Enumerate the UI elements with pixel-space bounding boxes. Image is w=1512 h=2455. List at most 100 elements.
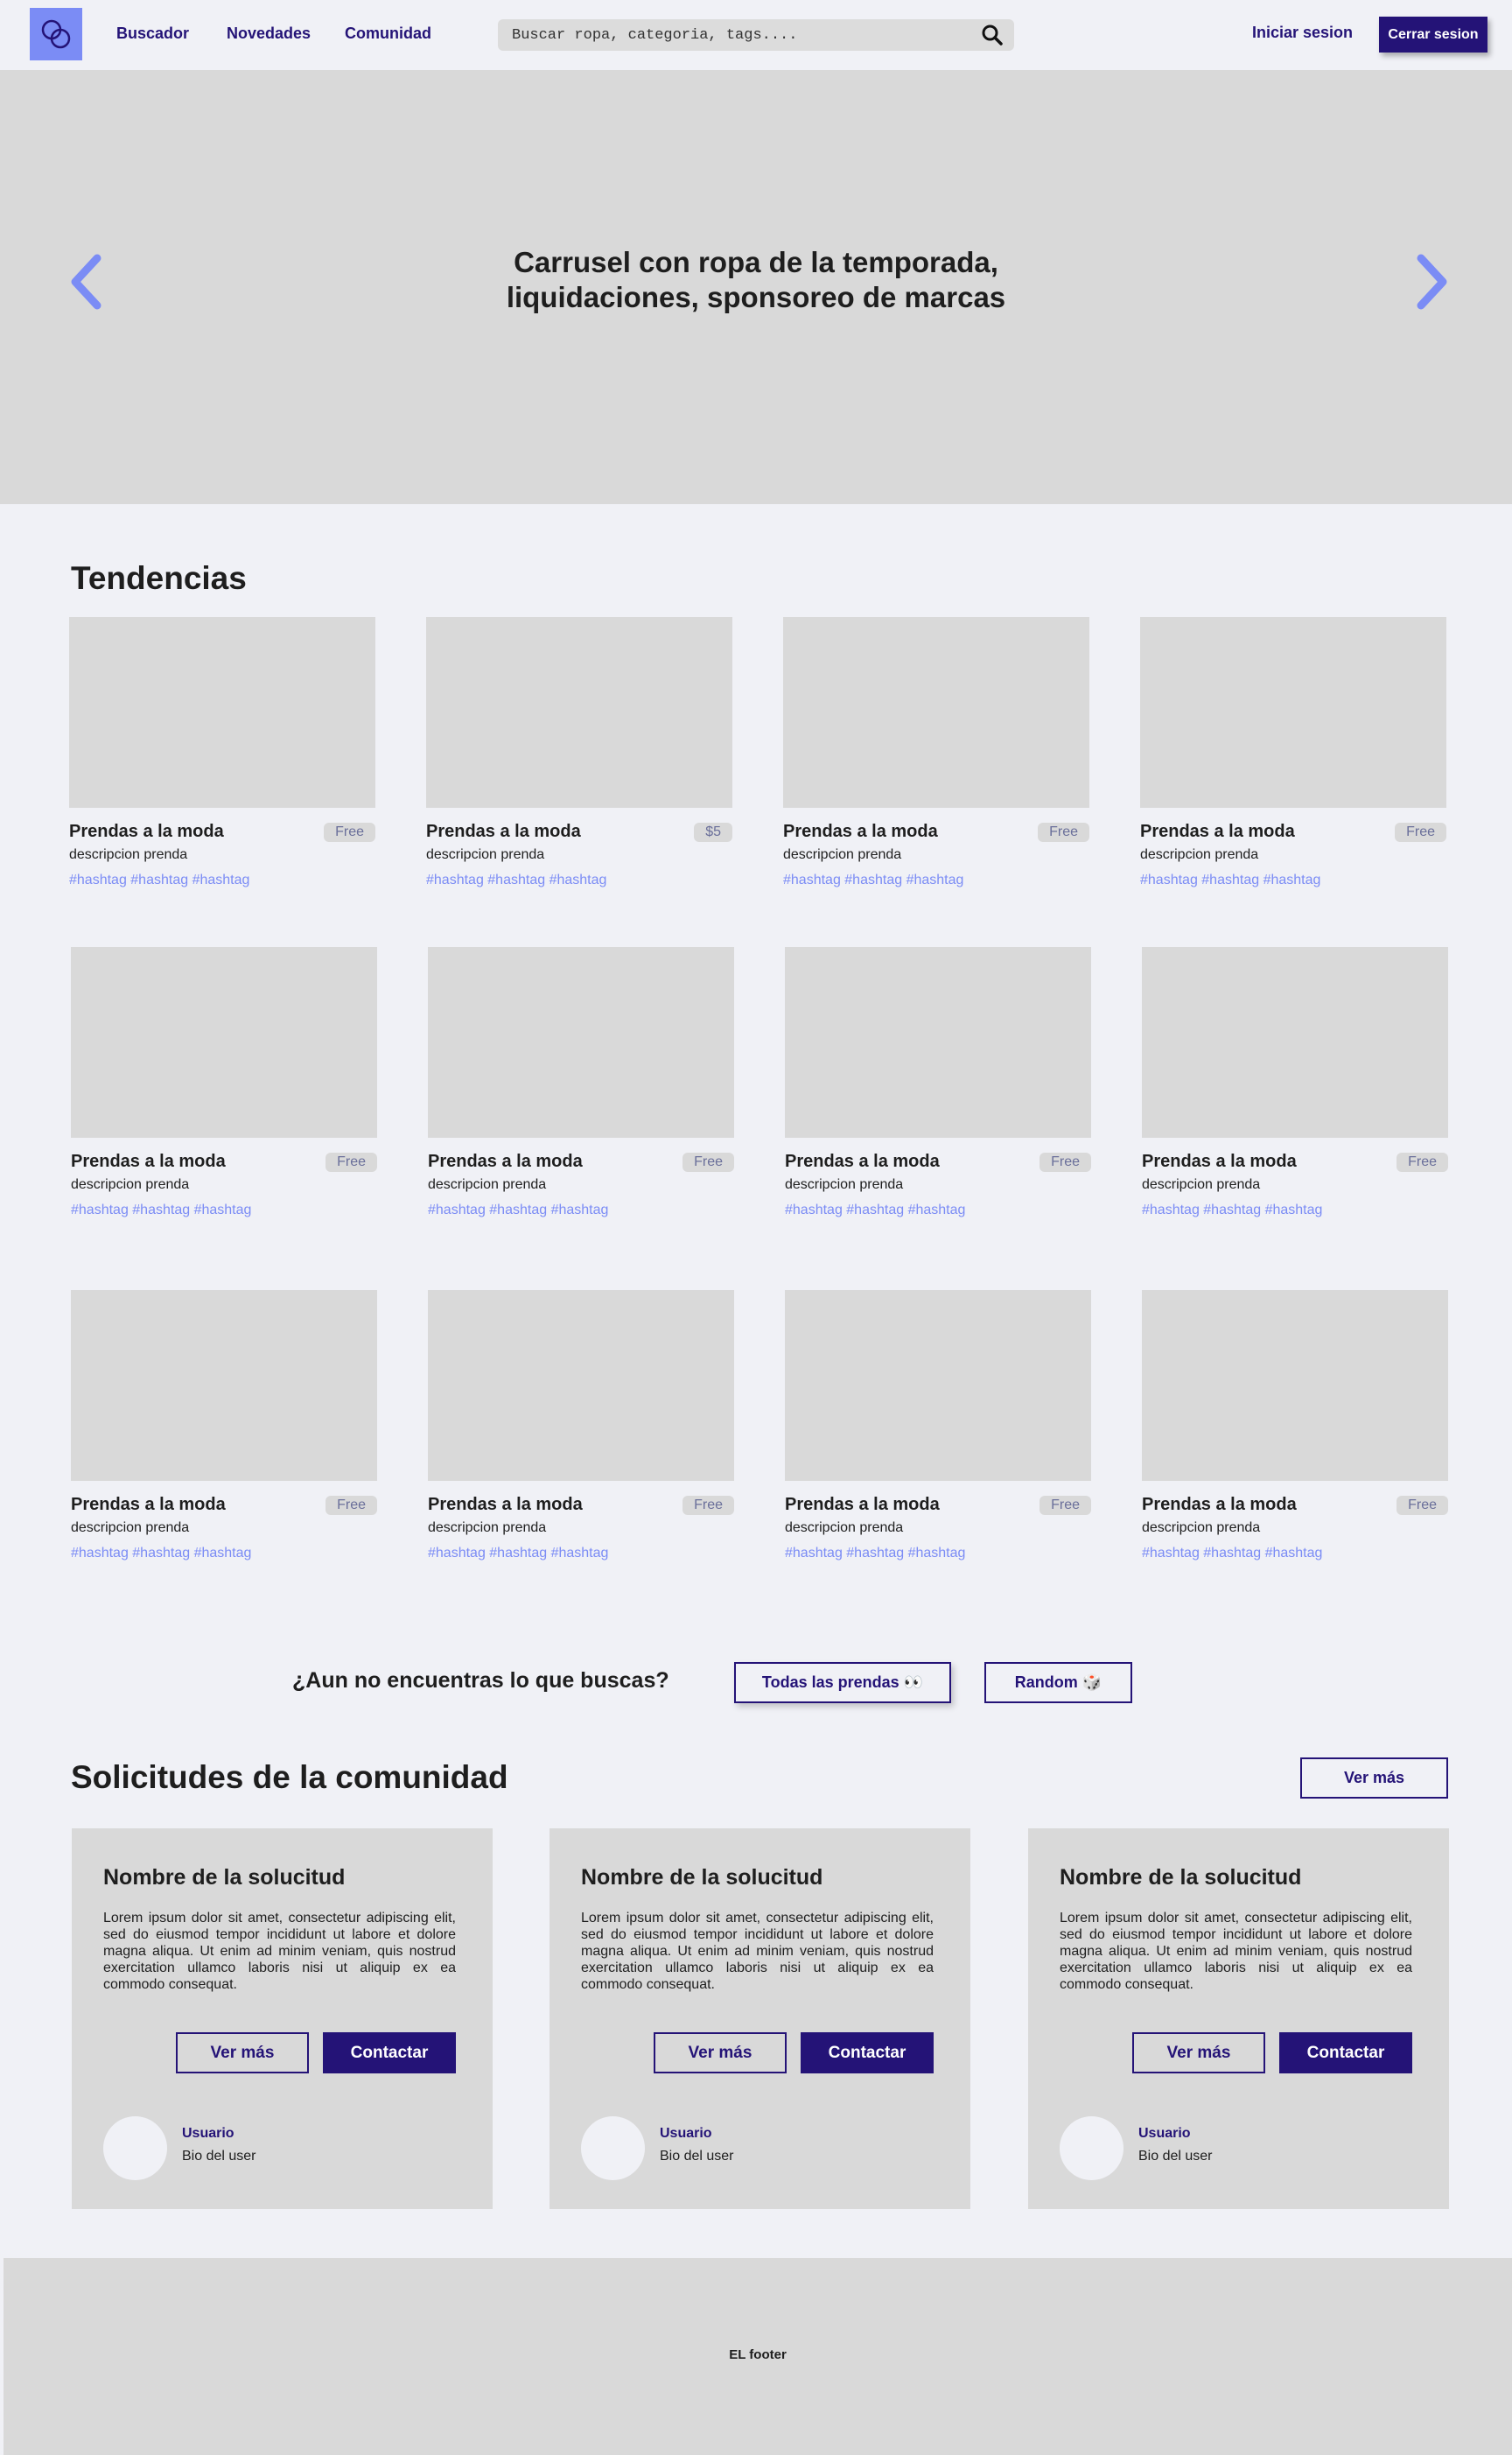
- trend-card-title: Prendas a la moda: [785, 1152, 940, 1171]
- trends-title: Tendencias: [71, 560, 247, 596]
- trend-card[interactable]: Prendas a la moda Free descripcion prenda #…: [428, 947, 734, 1218]
- trend-card-hashtags[interactable]: #hashtag #hashtag #hashtag: [1142, 1203, 1448, 1218]
- nav-link-buscador[interactable]: Buscador: [116, 25, 189, 43]
- trend-card[interactable]: Prendas a la moda Free descripcion prenda #…: [1142, 1290, 1448, 1561]
- user-name[interactable]: Usuario: [182, 2126, 234, 2142]
- trend-card-image[interactable]: [426, 617, 732, 808]
- search-icon[interactable]: [970, 19, 1014, 51]
- trend-card-hashtags[interactable]: #hashtag #hashtag #hashtag: [428, 1546, 734, 1561]
- price-badge: Free: [324, 822, 375, 842]
- trend-card-header: Prendas a la moda Free: [1142, 1495, 1448, 1515]
- trend-card-description: descripcion prenda: [1140, 847, 1259, 862]
- trend-card[interactable]: Prendas a la moda Free descripcion prenda #…: [785, 947, 1091, 1218]
- user-bio: Bio del user: [182, 2149, 256, 2164]
- hero-carousel: Carrusel con ropa de la temporada, liqui…: [0, 70, 1512, 504]
- request-see-more-button[interactable]: Ver más: [176, 2032, 309, 2073]
- trend-card-hashtags[interactable]: #hashtag #hashtag #hashtag: [1142, 1546, 1448, 1561]
- trend-card-hashtags[interactable]: #hashtag #hashtag #hashtag: [426, 873, 732, 888]
- community-see-more-button[interactable]: Ver más: [1300, 1757, 1448, 1799]
- trend-card[interactable]: Prendas a la moda Free descripcion prenda #…: [785, 1290, 1091, 1561]
- trend-card-description: descripcion prenda: [785, 1520, 904, 1535]
- trend-card[interactable]: Prendas a la moda Free descripcion prenda #…: [71, 1290, 377, 1561]
- trend-card[interactable]: Prendas a la moda Free descripcion prenda #…: [1142, 947, 1448, 1218]
- trend-card-header: Prendas a la moda Free: [428, 1152, 734, 1172]
- trend-card-description: descripcion prenda: [1142, 1177, 1261, 1192]
- trend-card-image[interactable]: [428, 947, 734, 1138]
- search-bar: [498, 19, 1014, 51]
- logout-button[interactable]: Cerrar sesion: [1379, 17, 1488, 53]
- avatar[interactable]: [581, 2116, 645, 2180]
- footer-text: EL footer: [729, 2347, 787, 2362]
- trend-card[interactable]: Prendas a la moda Free descripcion prenda #…: [71, 947, 377, 1218]
- trend-card-hashtags[interactable]: #hashtag #hashtag #hashtag: [785, 1203, 1091, 1218]
- price-badge: Free: [682, 1495, 734, 1515]
- trend-card-hashtags[interactable]: #hashtag #hashtag #hashtag: [785, 1546, 1091, 1561]
- trend-card-hashtags[interactable]: #hashtag #hashtag #hashtag: [428, 1203, 734, 1218]
- request-card: Nombre de la solucitud Lorem ipsum dolor …: [550, 1828, 970, 2209]
- trend-card[interactable]: Prendas a la moda Free descripcion prenda #…: [69, 617, 375, 888]
- trend-card-description: descripcion prenda: [428, 1520, 547, 1535]
- user-bio: Bio del user: [1138, 2149, 1213, 2164]
- trend-card-image[interactable]: [1140, 617, 1446, 808]
- cta-text: ¿Aun no encuentras lo que buscas?: [292, 1668, 669, 1693]
- trend-card-image[interactable]: [1142, 1290, 1448, 1481]
- request-title: Nombre de la solucitud: [581, 1865, 823, 1890]
- trend-card-description: descripcion prenda: [71, 1520, 190, 1535]
- trend-card-image[interactable]: [785, 947, 1091, 1138]
- trend-card[interactable]: Prendas a la moda $5 descripcion prenda #ha…: [426, 617, 732, 888]
- trend-card-title: Prendas a la moda: [1142, 1495, 1297, 1514]
- request-see-more-button[interactable]: Ver más: [654, 2032, 787, 2073]
- trend-card-title: Prendas a la moda: [785, 1495, 940, 1514]
- trend-card-header: Prendas a la moda Free: [785, 1152, 1091, 1172]
- trend-card-header: Prendas a la moda Free: [1140, 822, 1446, 842]
- trend-card-image[interactable]: [71, 947, 377, 1138]
- user-name[interactable]: Usuario: [660, 2126, 712, 2142]
- request-contact-button[interactable]: Contactar: [323, 2032, 456, 2073]
- trend-card-image[interactable]: [1142, 947, 1448, 1138]
- trend-card-hashtags[interactable]: #hashtag #hashtag #hashtag: [69, 873, 375, 888]
- trend-card-title: Prendas a la moda: [71, 1152, 226, 1171]
- logo-icon[interactable]: [30, 8, 82, 60]
- request-description: Lorem ipsum dolor sit amet, consectetur …: [581, 1911, 934, 1992]
- trend-card-description: descripcion prenda: [69, 847, 188, 862]
- trend-card-image[interactable]: [428, 1290, 734, 1481]
- trend-card[interactable]: Prendas a la moda Free descripcion prenda #…: [1140, 617, 1446, 888]
- avatar[interactable]: [103, 2116, 167, 2180]
- trend-card-hashtags[interactable]: #hashtag #hashtag #hashtag: [1140, 873, 1446, 888]
- login-link[interactable]: Iniciar sesion: [1252, 24, 1353, 42]
- request-contact-button[interactable]: Contactar: [1279, 2032, 1412, 2073]
- trend-card-hashtags[interactable]: #hashtag #hashtag #hashtag: [783, 873, 1089, 888]
- trend-card-image[interactable]: [69, 617, 375, 808]
- trend-card-hashtags[interactable]: #hashtag #hashtag #hashtag: [71, 1203, 377, 1218]
- trend-card[interactable]: Prendas a la moda Free descripcion prenda #…: [783, 617, 1089, 888]
- random-button[interactable]: Random 🎲: [984, 1662, 1132, 1703]
- trend-card-image[interactable]: [785, 1290, 1091, 1481]
- all-items-button[interactable]: Todas las prendas 👀: [734, 1662, 951, 1703]
- trend-card-description: descripcion prenda: [783, 847, 902, 862]
- search-input[interactable]: [498, 19, 970, 51]
- community-title: Solicitudes de la comunidad: [71, 1759, 508, 1795]
- trend-card-hashtags[interactable]: #hashtag #hashtag #hashtag: [71, 1546, 377, 1561]
- trend-card[interactable]: Prendas a la moda Free descripcion prenda #…: [428, 1290, 734, 1561]
- nav-link-novedades[interactable]: Novedades: [227, 25, 311, 43]
- trend-card-image[interactable]: [71, 1290, 377, 1481]
- user-bio: Bio del user: [660, 2149, 734, 2164]
- nav-link-comunidad[interactable]: Comunidad: [345, 25, 431, 43]
- trend-card-header: Prendas a la moda Free: [69, 822, 375, 842]
- trend-card-image[interactable]: [783, 617, 1089, 808]
- request-card: Nombre de la solucitud Lorem ipsum dolor …: [72, 1828, 493, 2209]
- trend-card-title: Prendas a la moda: [426, 822, 581, 841]
- price-badge: Free: [1038, 822, 1089, 842]
- avatar[interactable]: [1060, 2116, 1124, 2180]
- trend-card-header: Prendas a la moda $5: [426, 822, 732, 842]
- chevron-right-icon[interactable]: [1409, 251, 1452, 312]
- request-see-more-button[interactable]: Ver más: [1132, 2032, 1265, 2073]
- trend-card-description: descripcion prenda: [785, 1177, 904, 1192]
- request-contact-button[interactable]: Contactar: [801, 2032, 934, 2073]
- user-name[interactable]: Usuario: [1138, 2126, 1191, 2142]
- trend-card-title: Prendas a la moda: [1142, 1152, 1297, 1171]
- price-badge: Free: [682, 1152, 734, 1172]
- price-badge: $5: [694, 822, 732, 842]
- price-badge: Free: [1040, 1152, 1091, 1172]
- trend-card-description: descripcion prenda: [428, 1177, 547, 1192]
